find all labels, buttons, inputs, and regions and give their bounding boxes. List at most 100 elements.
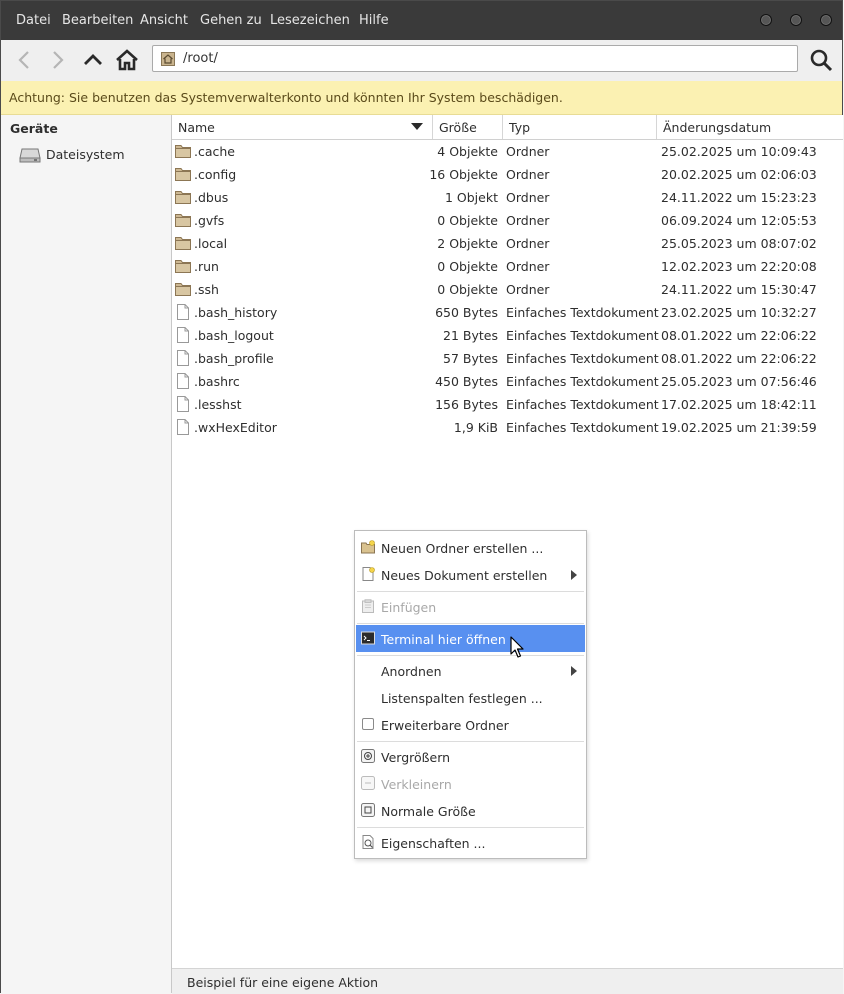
folder-icon — [175, 145, 191, 158]
text-file-icon — [177, 419, 189, 435]
folder-icon — [175, 168, 191, 181]
table-row[interactable]: .gvfs 0 Objekte Ordner 06.09.2024 um 12:05:… — [172, 209, 843, 232]
folder-icon — [175, 260, 191, 273]
menu-bearbeiten[interactable]: Bearbeiten — [62, 13, 133, 28]
menu-item-label: Terminal hier öffnen — [381, 632, 506, 647]
file-size: 1,9 KiB — [453, 420, 498, 435]
menu-item-properties[interactable]: Eigenschaften ... — [356, 829, 585, 856]
file-name: .bashrc — [194, 374, 240, 389]
file-name: .ssh — [194, 282, 219, 297]
file-size: 450 Bytes — [435, 374, 498, 389]
statusbar: Beispiel für eine eigene Aktion — [172, 968, 843, 994]
close-button[interactable] — [820, 14, 832, 26]
menu-item-label: Erweiterbare Ordner — [381, 718, 509, 733]
file-date: 12.02.2023 um 22:20:08 — [661, 259, 817, 274]
menu-item-open-terminal[interactable]: Terminal hier öffnen — [356, 625, 585, 652]
column-size-header[interactable]: Größe — [433, 115, 503, 139]
file-date: 23.02.2025 um 10:32:27 — [661, 305, 817, 320]
menu-gehen-zu[interactable]: Gehen zu — [200, 13, 262, 28]
file-size: 0 Objekte — [437, 282, 498, 297]
column-name-header[interactable]: Name — [172, 115, 433, 139]
menu-lesezeichen[interactable]: Lesezeichen — [270, 13, 350, 28]
file-date: 25.02.2025 um 10:09:43 — [661, 144, 817, 159]
table-row[interactable]: .dbus 1 Objekt Ordner 24.11.2022 um 15:23:2… — [172, 186, 843, 209]
sidebar-item-filesystem[interactable]: Dateisystem — [17, 145, 167, 165]
file-date: 25.05.2023 um 08:07:02 — [661, 236, 817, 251]
column-date-header[interactable]: Änderungsdatum — [657, 115, 843, 139]
zoom-reset-icon — [361, 803, 375, 817]
statusbar-text: Beispiel für eine eigene Aktion — [187, 975, 379, 990]
table-row[interactable]: .config 16 Objekte Ordner 20.02.2025 um 02:… — [172, 163, 843, 186]
table-row[interactable]: .bash_profile 57 Bytes Einfaches Textdokum… — [172, 347, 843, 370]
expandable-folders-checkbox[interactable] — [362, 718, 374, 730]
menu-hilfe[interactable]: Hilfe — [359, 13, 389, 28]
home-folder-icon — [161, 52, 175, 66]
text-file-icon — [177, 373, 189, 389]
file-type: Ordner — [506, 213, 550, 228]
terminal-icon — [361, 631, 375, 645]
file-name: .local — [194, 236, 228, 251]
sidebar-heading-devices: Geräte — [10, 121, 58, 136]
table-row[interactable]: .run 0 Objekte Ordner 12.02.2023 um 22:20:0… — [172, 255, 843, 278]
column-type-header[interactable]: Typ — [503, 115, 657, 139]
root-warning-text: Achtung: Sie benutzen das Systemverwalte… — [9, 90, 563, 105]
table-row[interactable]: .wxHexEditor 1,9 KiB Einfaches Textdokumen… — [172, 416, 843, 439]
properties-icon — [362, 835, 374, 849]
table-row[interactable]: .bashrc 450 Bytes Einfaches Textdokument 25… — [172, 370, 843, 393]
table-row[interactable]: .ssh 0 Objekte Ordner 24.11.2022 um 15:30:4… — [172, 278, 843, 301]
menu-ansicht[interactable]: Ansicht — [140, 13, 188, 28]
home-icon[interactable] — [115, 48, 139, 72]
location-path: /root/ — [183, 51, 218, 66]
file-type: Ordner — [506, 190, 550, 205]
up-icon[interactable] — [81, 48, 105, 72]
table-row[interactable]: .bash_logout 21 Bytes Einfaches Textdokume… — [172, 324, 843, 347]
file-size: 156 Bytes — [435, 397, 498, 412]
menu-item-arrange[interactable]: Anordnen — [356, 657, 585, 684]
minimize-button[interactable] — [760, 14, 772, 26]
maximize-button[interactable] — [790, 14, 802, 26]
search-icon[interactable] — [809, 48, 833, 72]
menu-item-new-document[interactable]: Neues Dokument erstellen — [356, 561, 585, 588]
file-type: Ordner — [506, 282, 550, 297]
menu-item-label: Neuen Ordner erstellen ... — [381, 541, 544, 556]
menu-item-zoom-out: Verkleinern — [356, 770, 585, 797]
table-row[interactable]: .lesshst 156 Bytes Einfaches Textdokument 1… — [172, 393, 843, 416]
file-date: 08.01.2022 um 22:06:22 — [661, 328, 817, 343]
file-name: .lesshst — [194, 397, 242, 412]
text-file-icon — [177, 396, 189, 412]
menu-item-zoom-in[interactable]: Vergrößern — [356, 743, 585, 770]
menu-item-paste: Einfügen — [356, 593, 585, 620]
zoom-out-icon — [361, 776, 375, 790]
folder-icon — [175, 283, 191, 296]
file-name: .cache — [194, 144, 235, 159]
file-name: .config — [194, 167, 237, 182]
folder-icon — [175, 237, 191, 250]
folder-icon — [175, 191, 191, 204]
toolbar: /root/ — [1, 40, 842, 82]
column-type-label: Typ — [509, 120, 531, 135]
back-icon[interactable] — [13, 48, 37, 72]
menu-item-new-folder[interactable]: Neuen Ordner erstellen ... — [356, 534, 585, 561]
menu-item-label: Listenspalten festlegen ... — [381, 691, 543, 706]
submenu-arrow-icon — [571, 666, 577, 676]
menu-item-label: Vergrößern — [381, 750, 451, 765]
file-type: Ordner — [506, 259, 550, 274]
location-bar[interactable]: /root/ — [152, 45, 798, 72]
menu-item-list-columns[interactable]: Listenspalten festlegen ... — [356, 684, 585, 711]
file-date: 06.09.2024 um 12:05:53 — [661, 213, 817, 228]
zoom-in-icon — [361, 749, 375, 763]
file-type: Einfaches Textdokument — [506, 374, 659, 389]
sort-descending-icon — [411, 123, 423, 130]
root-warning-bar: Achtung: Sie benutzen das Systemverwalte… — [1, 81, 842, 115]
menu-datei[interactable]: Datei — [16, 13, 51, 28]
mouse-pointer-icon — [510, 636, 524, 658]
table-row[interactable]: .cache 4 Objekte Ordner 25.02.2025 um 10:09… — [172, 140, 843, 163]
menu-item-expandable-folders[interactable]: Erweiterbare Ordner — [356, 711, 585, 738]
table-row[interactable]: .bash_history 650 Bytes Einfaches Textdoku… — [172, 301, 843, 324]
file-date: 24.11.2022 um 15:30:47 — [661, 282, 817, 297]
folder-icon — [175, 214, 191, 227]
table-row[interactable]: .local 2 Objekte Ordner 25.05.2023 um 08:07… — [172, 232, 843, 255]
menu-item-normal-size[interactable]: Normale Größe — [356, 797, 585, 824]
forward-icon[interactable] — [45, 48, 69, 72]
paste-icon — [362, 599, 374, 613]
